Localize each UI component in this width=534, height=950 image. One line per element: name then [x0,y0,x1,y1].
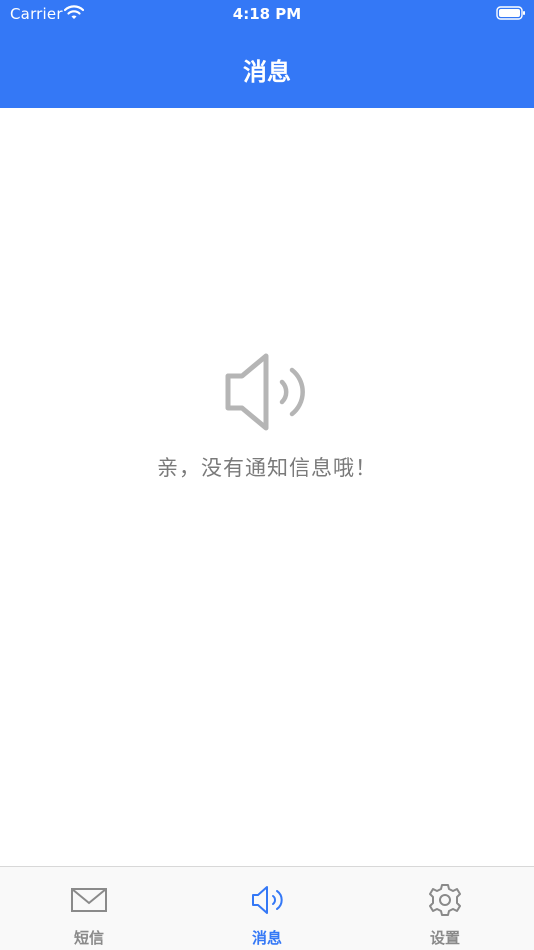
tab-messages[interactable]: 消息 [178,867,356,950]
tab-sms-label: 短信 [73,929,104,947]
battery-icon [496,6,525,20]
page-title: 消息 [243,58,291,86]
tab-bar: 短信 消息 设置 [0,866,534,950]
tab-settings[interactable]: 设置 [356,867,534,950]
speaker-icon [225,353,305,431]
tab-settings-label: 设置 [429,929,460,947]
app-screen: Carrier 4:18 PM 消息 亲，没有通知信息哦！ 短信 消息 设置 [0,0,534,950]
header: Carrier 4:18 PM 消息 [0,0,534,108]
status-time: 4:18 PM [232,5,302,23]
gear-icon [429,884,461,916]
envelope-icon [71,888,107,912]
tab-sms[interactable]: 短信 [0,867,178,950]
empty-state: 亲，没有通知信息哦！ [0,350,534,482]
status-bar: Carrier 4:18 PM [0,0,534,30]
empty-message: 亲，没有通知信息哦！ [157,456,377,480]
tab-messages-label: 消息 [251,929,282,947]
speaker-icon [252,886,283,914]
